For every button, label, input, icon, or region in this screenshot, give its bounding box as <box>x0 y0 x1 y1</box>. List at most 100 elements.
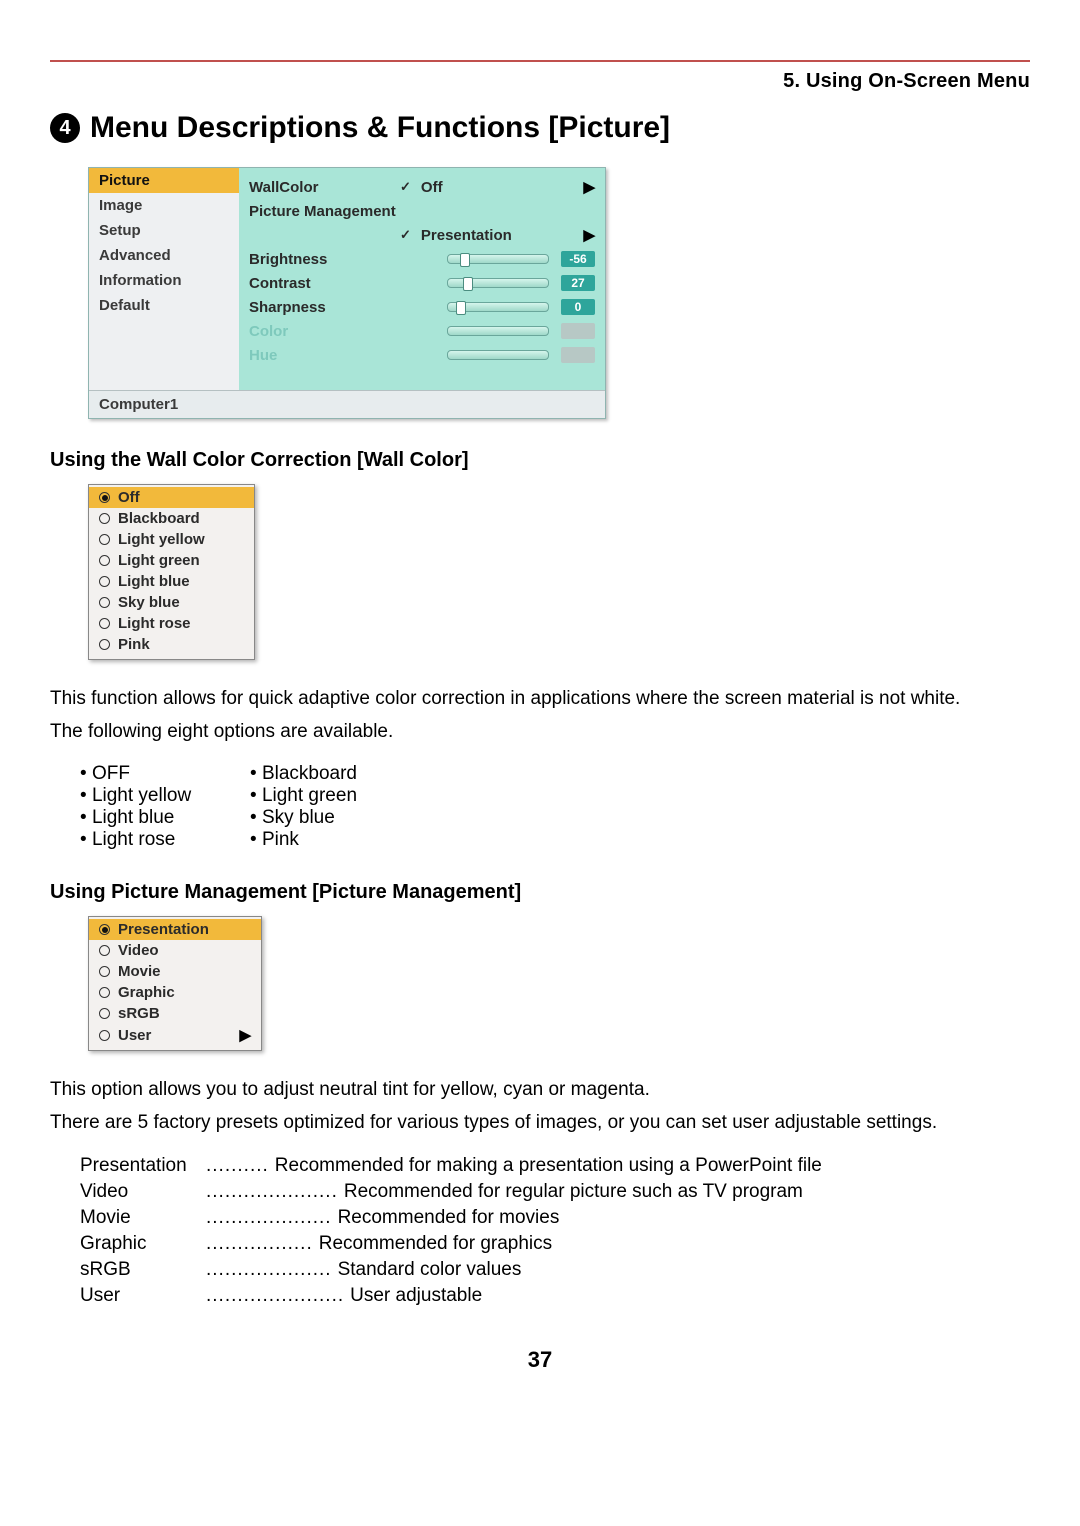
opt-label: Presentation <box>118 921 209 938</box>
opt-label: Movie <box>118 963 161 980</box>
section-title: Menu Descriptions & Functions [Picture] <box>90 111 670 145</box>
def-desc: Recommended for movies <box>338 1207 1030 1229</box>
color-value <box>561 323 595 339</box>
pm-opt-graphic[interactable]: Graphic <box>89 982 261 1003</box>
radio-icon <box>99 1008 110 1019</box>
def-desc: User adjustable <box>350 1285 1030 1307</box>
hue-value <box>561 347 595 363</box>
row-wallcolor[interactable]: WallColor ✓ Off ▶ <box>249 176 595 198</box>
section-number-badge: 4 <box>50 113 80 143</box>
page: 5. Using On-Screen Menu 4 Menu Descripti… <box>0 0 1080 1413</box>
opt-label: Off <box>118 489 140 506</box>
def-desc: Recommended for graphics <box>319 1233 1030 1255</box>
radio-icon <box>99 945 110 956</box>
radio-icon <box>99 597 110 608</box>
wall-opt-pink[interactable]: Pink <box>89 634 254 655</box>
radio-icon <box>99 1030 110 1041</box>
pm-definitions: Presentation..........Recommended for ma… <box>80 1155 1030 1307</box>
contrast-value: 27 <box>561 275 595 291</box>
row-sharpness[interactable]: Sharpness 0 <box>249 296 595 318</box>
bullet: Light yellow <box>80 785 250 807</box>
brightness-slider[interactable] <box>447 254 549 264</box>
bullet: Sky blue <box>250 807 357 829</box>
radio-icon <box>99 513 110 524</box>
menu-item-setup[interactable]: Setup <box>89 218 239 243</box>
pm-opt-user[interactable]: User▶ <box>89 1024 261 1046</box>
rule <box>50 60 1030 62</box>
row-contrast[interactable]: Contrast 27 <box>249 272 595 294</box>
wall-body-2: The following eight options are availabl… <box>50 719 1030 745</box>
row-hue: Hue <box>249 344 595 366</box>
row-pm-label: Picture Management <box>249 200 595 222</box>
pm-opt-srgb[interactable]: sRGB <box>89 1003 261 1024</box>
wallcolor-popup: Off Blackboard Light yellow Light green … <box>88 484 255 660</box>
triangle-right-icon: ▶ <box>583 226 595 244</box>
def-term: Graphic <box>80 1233 200 1255</box>
def-term: User <box>80 1285 200 1307</box>
wall-opt-skyblue[interactable]: Sky blue <box>89 592 254 613</box>
row-color: Color <box>249 320 595 342</box>
color-slider <box>447 326 549 336</box>
brightness-label: Brightness <box>249 251 394 268</box>
pm-opt-movie[interactable]: Movie <box>89 961 261 982</box>
def-term: Video <box>80 1181 200 1203</box>
opt-label: Light blue <box>118 573 190 590</box>
pm-popup: Presentation Video Movie Graphic sRGB Us… <box>88 916 262 1051</box>
osd-menu: Picture Image Setup Advanced Information… <box>88 167 606 419</box>
sharpness-label: Sharpness <box>249 299 394 316</box>
color-label: Color <box>249 323 394 340</box>
wall-opt-off[interactable]: Off <box>89 487 254 508</box>
osd-source: Computer1 <box>89 390 605 418</box>
wall-opt-lightgreen[interactable]: Light green <box>89 550 254 571</box>
sharpness-slider[interactable] <box>447 302 549 312</box>
wall-opt-lightrose[interactable]: Light rose <box>89 613 254 634</box>
radio-icon <box>99 618 110 629</box>
osd-menu-list: Picture Image Setup Advanced Information… <box>89 168 239 390</box>
pm-opt-presentation[interactable]: Presentation <box>89 919 261 940</box>
check-icon: ✓ <box>400 227 411 243</box>
bullet: Light blue <box>80 807 250 829</box>
menu-item-advanced[interactable]: Advanced <box>89 243 239 268</box>
def-term: Movie <box>80 1207 200 1229</box>
def-term: Presentation <box>80 1155 200 1177</box>
wall-opt-lightblue[interactable]: Light blue <box>89 571 254 592</box>
radio-icon <box>99 987 110 998</box>
wall-bullets: OFF Light yellow Light blue Light rose B… <box>80 763 1030 851</box>
wall-opt-blackboard[interactable]: Blackboard <box>89 508 254 529</box>
menu-item-default[interactable]: Default <box>89 293 239 318</box>
bullet: Blackboard <box>250 763 357 785</box>
hue-slider <box>447 350 549 360</box>
menu-item-information[interactable]: Information <box>89 268 239 293</box>
contrast-label: Contrast <box>249 275 394 292</box>
bullet: Light rose <box>80 829 250 851</box>
def-desc: Standard color values <box>338 1259 1030 1281</box>
pm-opt-video[interactable]: Video <box>89 940 261 961</box>
contrast-slider[interactable] <box>447 278 549 288</box>
opt-label: Video <box>118 942 159 959</box>
wall-heading: Using the Wall Color Correction [Wall Co… <box>50 449 1030 472</box>
radio-icon <box>99 966 110 977</box>
opt-label: Pink <box>118 636 150 653</box>
pm-label: Picture Management <box>249 203 396 220</box>
menu-item-picture[interactable]: Picture <box>89 168 239 193</box>
wall-opt-lightyellow[interactable]: Light yellow <box>89 529 254 550</box>
section-heading: 4 Menu Descriptions & Functions [Picture… <box>50 111 1030 145</box>
wall-body-1: This function allows for quick adaptive … <box>50 686 1030 712</box>
menu-item-image[interactable]: Image <box>89 193 239 218</box>
pm-value: Presentation <box>421 227 512 244</box>
hue-label: Hue <box>249 347 394 364</box>
row-brightness[interactable]: Brightness -56 <box>249 248 595 270</box>
wallcolor-value: Off <box>421 179 443 196</box>
opt-label: sRGB <box>118 1005 160 1022</box>
radio-icon <box>99 576 110 587</box>
pm-body-2: There are 5 factory presets optimized fo… <box>50 1110 1030 1136</box>
row-pm-value[interactable]: ✓ Presentation ▶ <box>249 224 595 246</box>
opt-label: Light green <box>118 552 200 569</box>
radio-icon <box>99 555 110 566</box>
opt-label: Blackboard <box>118 510 200 527</box>
opt-label: Light yellow <box>118 531 205 548</box>
def-desc: Recommended for regular picture such as … <box>344 1181 1030 1203</box>
triangle-right-icon: ▶ <box>239 1026 251 1044</box>
bullet: OFF <box>80 763 250 785</box>
opt-label: Light rose <box>118 615 191 632</box>
